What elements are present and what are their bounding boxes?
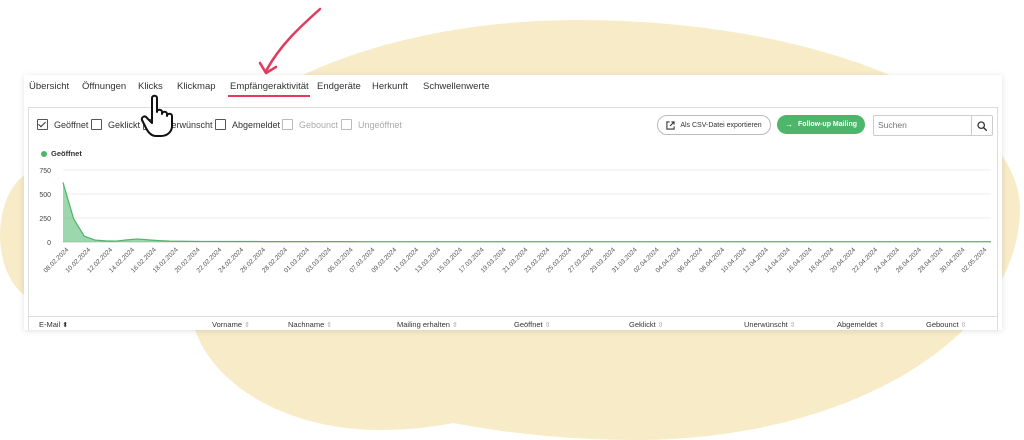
sort-icon: ⇳ bbox=[789, 322, 796, 329]
checkbox[interactable] bbox=[215, 119, 226, 130]
filter-ungeoeffnet: Ungeöffnet bbox=[341, 119, 402, 130]
column-geoeffnet[interactable]: Geöffnet ⇳ bbox=[514, 320, 551, 329]
active-tab-indicator bbox=[228, 95, 310, 97]
sort-icon: ⇳ bbox=[326, 322, 333, 329]
sort-icon: ⇳ bbox=[879, 322, 885, 329]
arrow-right-icon: → bbox=[784, 120, 793, 129]
checkbox[interactable] bbox=[37, 119, 48, 130]
column-nachname[interactable]: Nachname ⇳ bbox=[288, 320, 332, 329]
activity-chart: 750500250008.02.202410.02.202412.02.2024… bbox=[39, 168, 991, 274]
filter-geoeffnet[interactable]: Geöffnet bbox=[37, 119, 88, 130]
checkbox bbox=[282, 119, 293, 130]
sort-icon: ⇳ bbox=[451, 322, 458, 329]
y-tick-label: 0 bbox=[47, 240, 51, 247]
red-arrow-icon bbox=[258, 7, 322, 75]
filter-gebounct: Gebounct bbox=[282, 119, 338, 130]
checkbox bbox=[341, 119, 352, 130]
search-box bbox=[873, 115, 993, 136]
legend-dot bbox=[41, 150, 47, 157]
column-abgemeldet[interactable]: Abgemeldet ⇳ bbox=[837, 320, 885, 329]
series-line-geoeffnet bbox=[62, 182, 991, 243]
column-geklickt[interactable]: Geklickt ⇳ bbox=[629, 320, 664, 329]
search-icon bbox=[977, 120, 987, 131]
search-input[interactable] bbox=[874, 116, 978, 133]
filter-label: Geklickt bbox=[108, 119, 141, 130]
y-tick-label: 500 bbox=[39, 192, 51, 199]
table-header: E-Mail ⬍ Vorname ⇳ Nachname ⇳ Mailing erhal… bbox=[29, 316, 997, 331]
sort-icon: ⇳ bbox=[544, 322, 551, 329]
follow-up-label: Follow-up Mailing bbox=[797, 121, 858, 128]
legend-label: Geöffnet bbox=[51, 149, 82, 158]
chart-legend: Geöffnet bbox=[41, 149, 82, 158]
activity-content: Geöffnet Geklickt Unerwünscht Abgemeldet… bbox=[28, 107, 998, 330]
column-gebounct[interactable]: Gebounct ⇳ bbox=[926, 320, 966, 329]
export-csv-button[interactable]: Als CSV-Datei exportieren bbox=[657, 115, 771, 135]
tab-oeffnungen[interactable]: Öffnungen bbox=[82, 81, 126, 92]
column-unerwuenscht[interactable]: Unerwünscht ⇳ bbox=[744, 320, 796, 329]
column-email[interactable]: E-Mail ⬍ bbox=[39, 320, 68, 329]
series-area-geoeffnet bbox=[63, 182, 991, 242]
tab-schwellenwerte[interactable]: Schwellenwerte bbox=[423, 81, 490, 92]
external-link-icon bbox=[666, 120, 675, 130]
tab-klickmap[interactable]: Klickmap bbox=[177, 81, 216, 92]
tab-klicks[interactable]: Klicks bbox=[138, 81, 163, 92]
sort-icon: ⇳ bbox=[960, 322, 967, 329]
y-tick-label: 750 bbox=[39, 168, 51, 175]
column-vorname[interactable]: Vorname ⇳ bbox=[212, 320, 250, 329]
sort-desc-icon: ⬍ bbox=[62, 322, 69, 329]
follow-up-mailing-button[interactable]: → Follow-up Mailing bbox=[777, 115, 865, 134]
tab-endgeraete[interactable]: Endgeräte bbox=[317, 81, 361, 92]
sort-icon: ⇳ bbox=[657, 322, 664, 329]
tab-empfaengeraktivitaet[interactable]: Empfängeraktivität bbox=[230, 81, 309, 92]
column-mailing-erhalten[interactable]: Mailing erhalten ⇳ bbox=[397, 320, 458, 329]
filter-label: Ungeöffnet bbox=[358, 119, 402, 130]
sort-icon: ⇳ bbox=[244, 322, 250, 329]
checkbox[interactable] bbox=[91, 119, 102, 130]
filter-label: Geöffnet bbox=[54, 119, 89, 130]
tab-herkunft[interactable]: Herkunft bbox=[372, 81, 408, 92]
filter-label: Gebounct bbox=[299, 119, 339, 130]
filter-label: Abgemeldet bbox=[232, 119, 281, 130]
pointer-hand-icon bbox=[140, 94, 173, 137]
filter-geklickt[interactable]: Geklickt bbox=[91, 119, 140, 130]
tab-uebersicht[interactable]: Übersicht bbox=[29, 81, 69, 92]
y-tick-label: 250 bbox=[39, 216, 51, 223]
search-button[interactable] bbox=[971, 116, 992, 135]
export-csv-label: Als CSV-Datei exportieren bbox=[680, 121, 762, 129]
filter-abgemeldet[interactable]: Abgemeldet bbox=[215, 119, 280, 130]
